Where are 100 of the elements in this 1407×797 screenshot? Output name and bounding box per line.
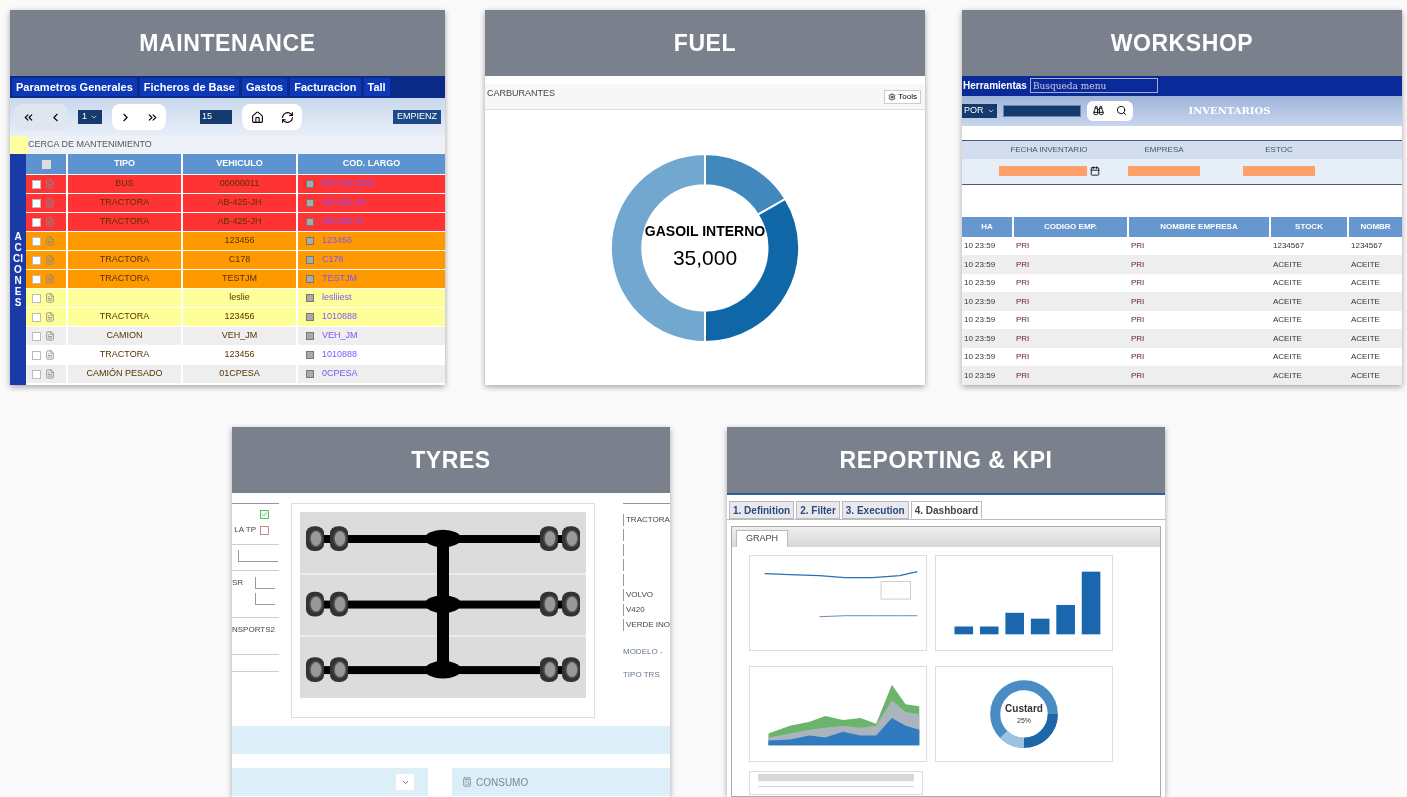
table-cell: PRI [1131, 314, 1145, 327]
table-cell: TRACTORA [99, 253, 150, 267]
expand-icon[interactable] [306, 256, 314, 264]
table-row[interactable]: TRACTORA 123456 1010888 [26, 307, 445, 326]
search-input[interactable] [1002, 104, 1081, 117]
table-cell: PRI [1131, 295, 1145, 308]
tab[interactable]: 2. Filter [796, 501, 840, 519]
text-field[interactable] [255, 577, 275, 589]
document-icon [45, 217, 55, 227]
start-button[interactable]: EMPIENZ [393, 110, 441, 124]
table-row[interactable]: CAMION VEH_JM VEH_JM [26, 326, 445, 345]
table-row[interactable]: TRACTORA C178 C178 [26, 250, 445, 269]
row-checkbox[interactable] [32, 274, 41, 284]
donut-label: GASOIL INTERNO [644, 222, 766, 242]
menu-item[interactable]: Herramientas [963, 78, 1027, 94]
menu-item[interactable]: Ficheros de Base [139, 78, 239, 96]
text-field[interactable]: VOLVO [623, 589, 670, 601]
code-link[interactable]: lesliiest [322, 291, 352, 305]
table-cell: PRI [1131, 258, 1145, 271]
row-checkbox[interactable] [32, 331, 41, 341]
table-row[interactable]: 10 23:59 PRI PRI ACEITE ACEITE [962, 366, 1402, 385]
date-field[interactable] [998, 166, 1087, 177]
row-checkbox[interactable] [32, 312, 41, 322]
table-row[interactable]: 10 23:59 PRI PRI ACEITE ACEITE [962, 292, 1402, 311]
filter-select[interactable]: POR [962, 104, 997, 118]
expand-icon[interactable] [306, 237, 314, 245]
document-icon [45, 198, 55, 208]
row-checkbox[interactable] [32, 369, 41, 379]
table-cell: PRI [1016, 258, 1030, 271]
tab[interactable]: 1. Definition [729, 501, 795, 519]
text-field[interactable] [238, 549, 278, 562]
expand-icon[interactable] [306, 313, 314, 321]
select-field[interactable] [232, 768, 428, 796]
table-cell: TRACTORA [99, 348, 150, 362]
text-field[interactable]: V420 [623, 604, 670, 616]
table-cell: ACEITE [1351, 351, 1380, 364]
table-cell: PRI [1131, 369, 1145, 382]
page-select[interactable]: 1 [78, 110, 102, 124]
tab[interactable]: 3. Execution [841, 501, 909, 519]
calendar-icon[interactable] [1089, 166, 1100, 177]
table-cell: ACEITE [1351, 258, 1380, 271]
page-size-field[interactable]: 15 [200, 110, 232, 124]
table-row[interactable]: TRACTORA TESTJM TESTJM [26, 269, 445, 288]
text-field[interactable]: VERDE INO [623, 619, 670, 631]
table-cell: ACEITE [1273, 351, 1302, 364]
search-field[interactable]: Busqueda menu [1029, 78, 1158, 94]
table-cell: ACEITE [1273, 314, 1302, 327]
expand-icon[interactable] [306, 275, 314, 283]
field-label: MODELO - [623, 646, 664, 658]
code-link[interactable]: 1010888 [322, 310, 358, 324]
row-checkbox[interactable] [32, 198, 41, 208]
code-link[interactable]: 1010888 [322, 348, 358, 362]
menu-item[interactable]: Facturacion [290, 78, 361, 96]
tab[interactable]: 4. Dashboard [910, 501, 983, 519]
expand-icon[interactable] [306, 199, 314, 207]
expand-icon[interactable] [306, 294, 314, 302]
stock-field[interactable] [1243, 166, 1315, 177]
check-icon [261, 510, 268, 518]
tools-button[interactable]: Tools [884, 90, 921, 104]
table-row[interactable]: leslie lesliiest [26, 288, 445, 307]
code-link[interactable]: 0CPESA [322, 367, 358, 381]
field-value: NSPORTS2 [232, 625, 275, 634]
side-label: ACCIONES [13, 231, 23, 308]
table-cell: ACEITE [1351, 369, 1380, 382]
table-row[interactable]: 10 23:59 PRI PRI ACEITE ACEITE [962, 329, 1402, 348]
document-icon [45, 255, 55, 265]
row-checkbox[interactable] [32, 350, 41, 360]
menu-item[interactable]: Tall [363, 78, 390, 96]
table-cell: 10 23:59 [964, 258, 996, 271]
header-checkbox[interactable] [41, 159, 51, 169]
code-link[interactable]: VEH_JM [322, 329, 358, 343]
menu-item[interactable]: Parametros Generales [12, 78, 137, 96]
row-checkbox[interactable] [32, 255, 41, 265]
table-cell: PRI [1131, 332, 1145, 345]
row-checkbox[interactable] [32, 179, 41, 189]
menu-item[interactable]: Gastos [241, 78, 288, 96]
expand-icon[interactable] [306, 332, 314, 340]
company-field[interactable] [1128, 166, 1200, 177]
row-checkbox[interactable] [32, 217, 41, 227]
table-row[interactable]: CAMIÓN PESADO 01CPESA 0CPESA [26, 364, 445, 383]
table-cell: AB-425-JH [217, 196, 262, 210]
expand-icon[interactable] [306, 351, 314, 359]
text-field[interactable]: TRACTORA [623, 514, 670, 526]
expand-icon[interactable] [306, 370, 314, 378]
expand-icon[interactable] [306, 180, 314, 188]
table-cell: 1234567 [1273, 240, 1305, 253]
text-field[interactable] [255, 593, 275, 605]
table-row[interactable]: 10 23:59 PRI PRI ACEITE ACEITE [962, 255, 1402, 274]
row-checkbox[interactable] [32, 236, 41, 246]
table-row[interactable]: 123456 123456 [26, 231, 445, 250]
card-title: TYRES [411, 445, 491, 475]
table-cell: ACEITE [1273, 277, 1302, 290]
table-cell: PRI [1016, 351, 1030, 364]
row-checkbox[interactable] [32, 293, 41, 303]
checkbox[interactable] [260, 525, 269, 535]
table-cell: ACEITE [1273, 295, 1302, 308]
expand-icon[interactable] [306, 218, 314, 226]
panel-title: CARBURANTES [487, 87, 555, 100]
tab[interactable]: GRAPH [736, 530, 788, 547]
checkbox[interactable] [260, 509, 269, 519]
